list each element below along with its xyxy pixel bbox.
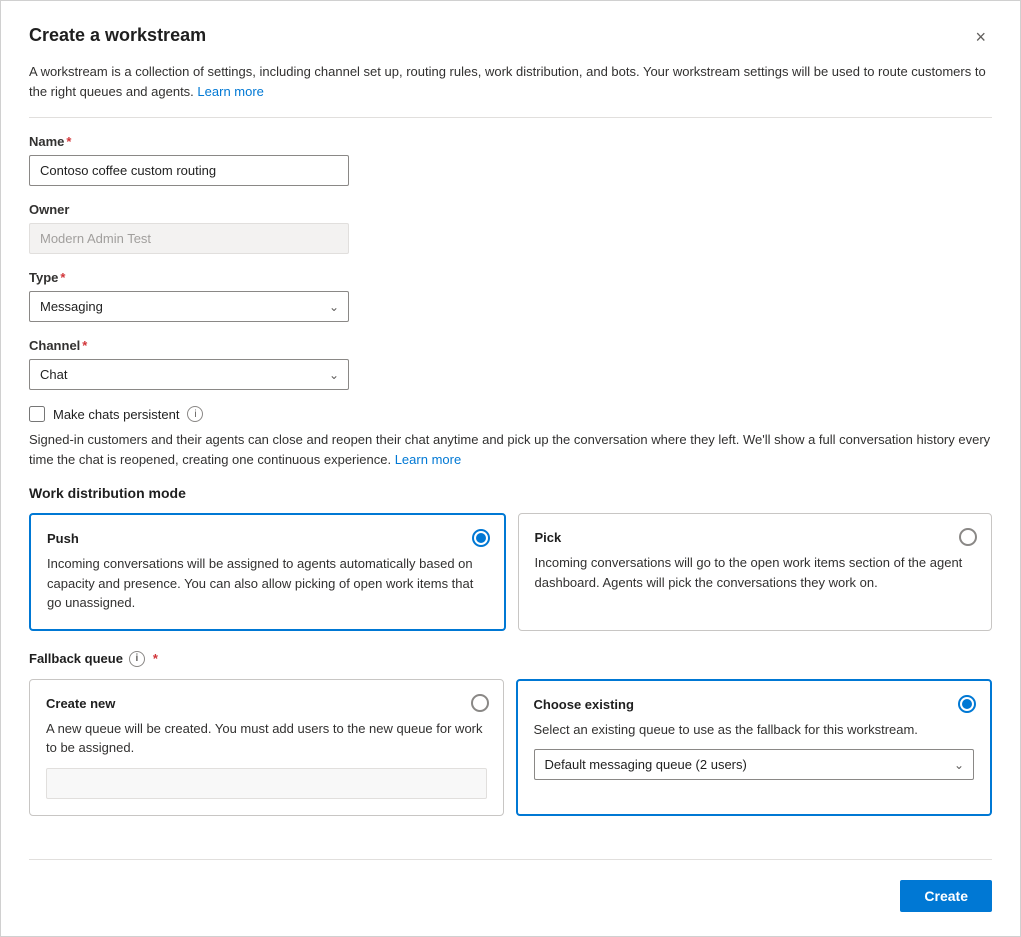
type-select-wrapper: Messaging Voice Chat ⌄ (29, 291, 349, 322)
owner-field-group: Owner Modern Admin Test (29, 202, 992, 254)
persistent-learn-more-link[interactable]: Learn more (395, 452, 461, 467)
type-label: Type* (29, 270, 992, 285)
choose-existing-title: Choose existing (534, 697, 975, 712)
queue-select[interactable]: Default messaging queue (2 users) (534, 749, 975, 780)
pick-radio-btn (959, 528, 977, 546)
pick-card-desc: Incoming conversations will go to the op… (535, 553, 976, 592)
persistent-desc-text: Signed-in customers and their agents can… (29, 432, 990, 467)
choose-existing-radio-btn (958, 695, 976, 713)
channel-select-wrapper: Chat Email SMS ⌄ (29, 359, 349, 390)
pick-radio[interactable] (959, 528, 977, 546)
choose-existing-desc: Select an existing queue to use as the f… (534, 720, 975, 740)
type-select[interactable]: Messaging Voice Chat (29, 291, 349, 322)
channel-field-group: Channel* Chat Email SMS ⌄ (29, 338, 992, 390)
push-radio-btn (472, 529, 490, 547)
fallback-queue-cards: Create new A new queue will be created. … (29, 679, 992, 816)
name-label: Name* (29, 134, 992, 149)
name-field-group: Name* (29, 134, 992, 186)
choose-existing-radio[interactable] (958, 695, 976, 713)
create-new-queue-card[interactable]: Create new A new queue will be created. … (29, 679, 504, 816)
description-text: A workstream is a collection of settings… (29, 64, 986, 99)
push-card-desc: Incoming conversations will be assigned … (47, 554, 488, 613)
persistent-checkbox-row: Make chats persistent i (29, 406, 992, 422)
type-field-group: Type* Messaging Voice Chat ⌄ (29, 270, 992, 322)
work-distribution-cards: Push Incoming conversations will be assi… (29, 513, 992, 631)
modal-title: Create a workstream (29, 25, 206, 46)
fallback-queue-label: Fallback queue i * (29, 651, 992, 667)
persistent-checkbox[interactable] (29, 406, 45, 422)
modal-header: Create a workstream × (29, 25, 992, 50)
modal-footer: Create (29, 859, 992, 912)
fallback-info-icon: i (129, 651, 145, 667)
owner-input: Modern Admin Test (29, 223, 349, 254)
persistent-description: Signed-in customers and their agents can… (29, 430, 992, 469)
persistent-info-icon: i (187, 406, 203, 422)
owner-label: Owner (29, 202, 992, 217)
channel-select[interactable]: Chat Email SMS (29, 359, 349, 390)
name-input[interactable] (29, 155, 349, 186)
create-queue-name-input[interactable] (46, 768, 487, 799)
push-radio[interactable] (472, 529, 490, 547)
choose-existing-queue-card[interactable]: Choose existing Select an existing queue… (516, 679, 993, 816)
description-block: A workstream is a collection of settings… (29, 62, 992, 118)
create-new-title: Create new (46, 696, 487, 711)
close-button[interactable]: × (969, 25, 992, 50)
push-card-title: Push (47, 531, 488, 546)
create-button[interactable]: Create (900, 880, 992, 912)
work-distribution-title: Work distribution mode (29, 485, 992, 501)
pick-card[interactable]: Pick Incoming conversations will go to t… (518, 513, 993, 631)
pick-card-title: Pick (535, 530, 976, 545)
persistent-label[interactable]: Make chats persistent (53, 407, 179, 422)
create-new-radio[interactable] (471, 694, 489, 712)
description-learn-more-link[interactable]: Learn more (197, 84, 263, 99)
push-card[interactable]: Push Incoming conversations will be assi… (29, 513, 506, 631)
create-new-radio-btn (471, 694, 489, 712)
create-workstream-modal: Create a workstream × A workstream is a … (0, 0, 1021, 937)
create-new-desc: A new queue will be created. You must ad… (46, 719, 487, 758)
queue-select-wrapper: Default messaging queue (2 users) ⌄ (534, 749, 975, 780)
channel-label: Channel* (29, 338, 992, 353)
